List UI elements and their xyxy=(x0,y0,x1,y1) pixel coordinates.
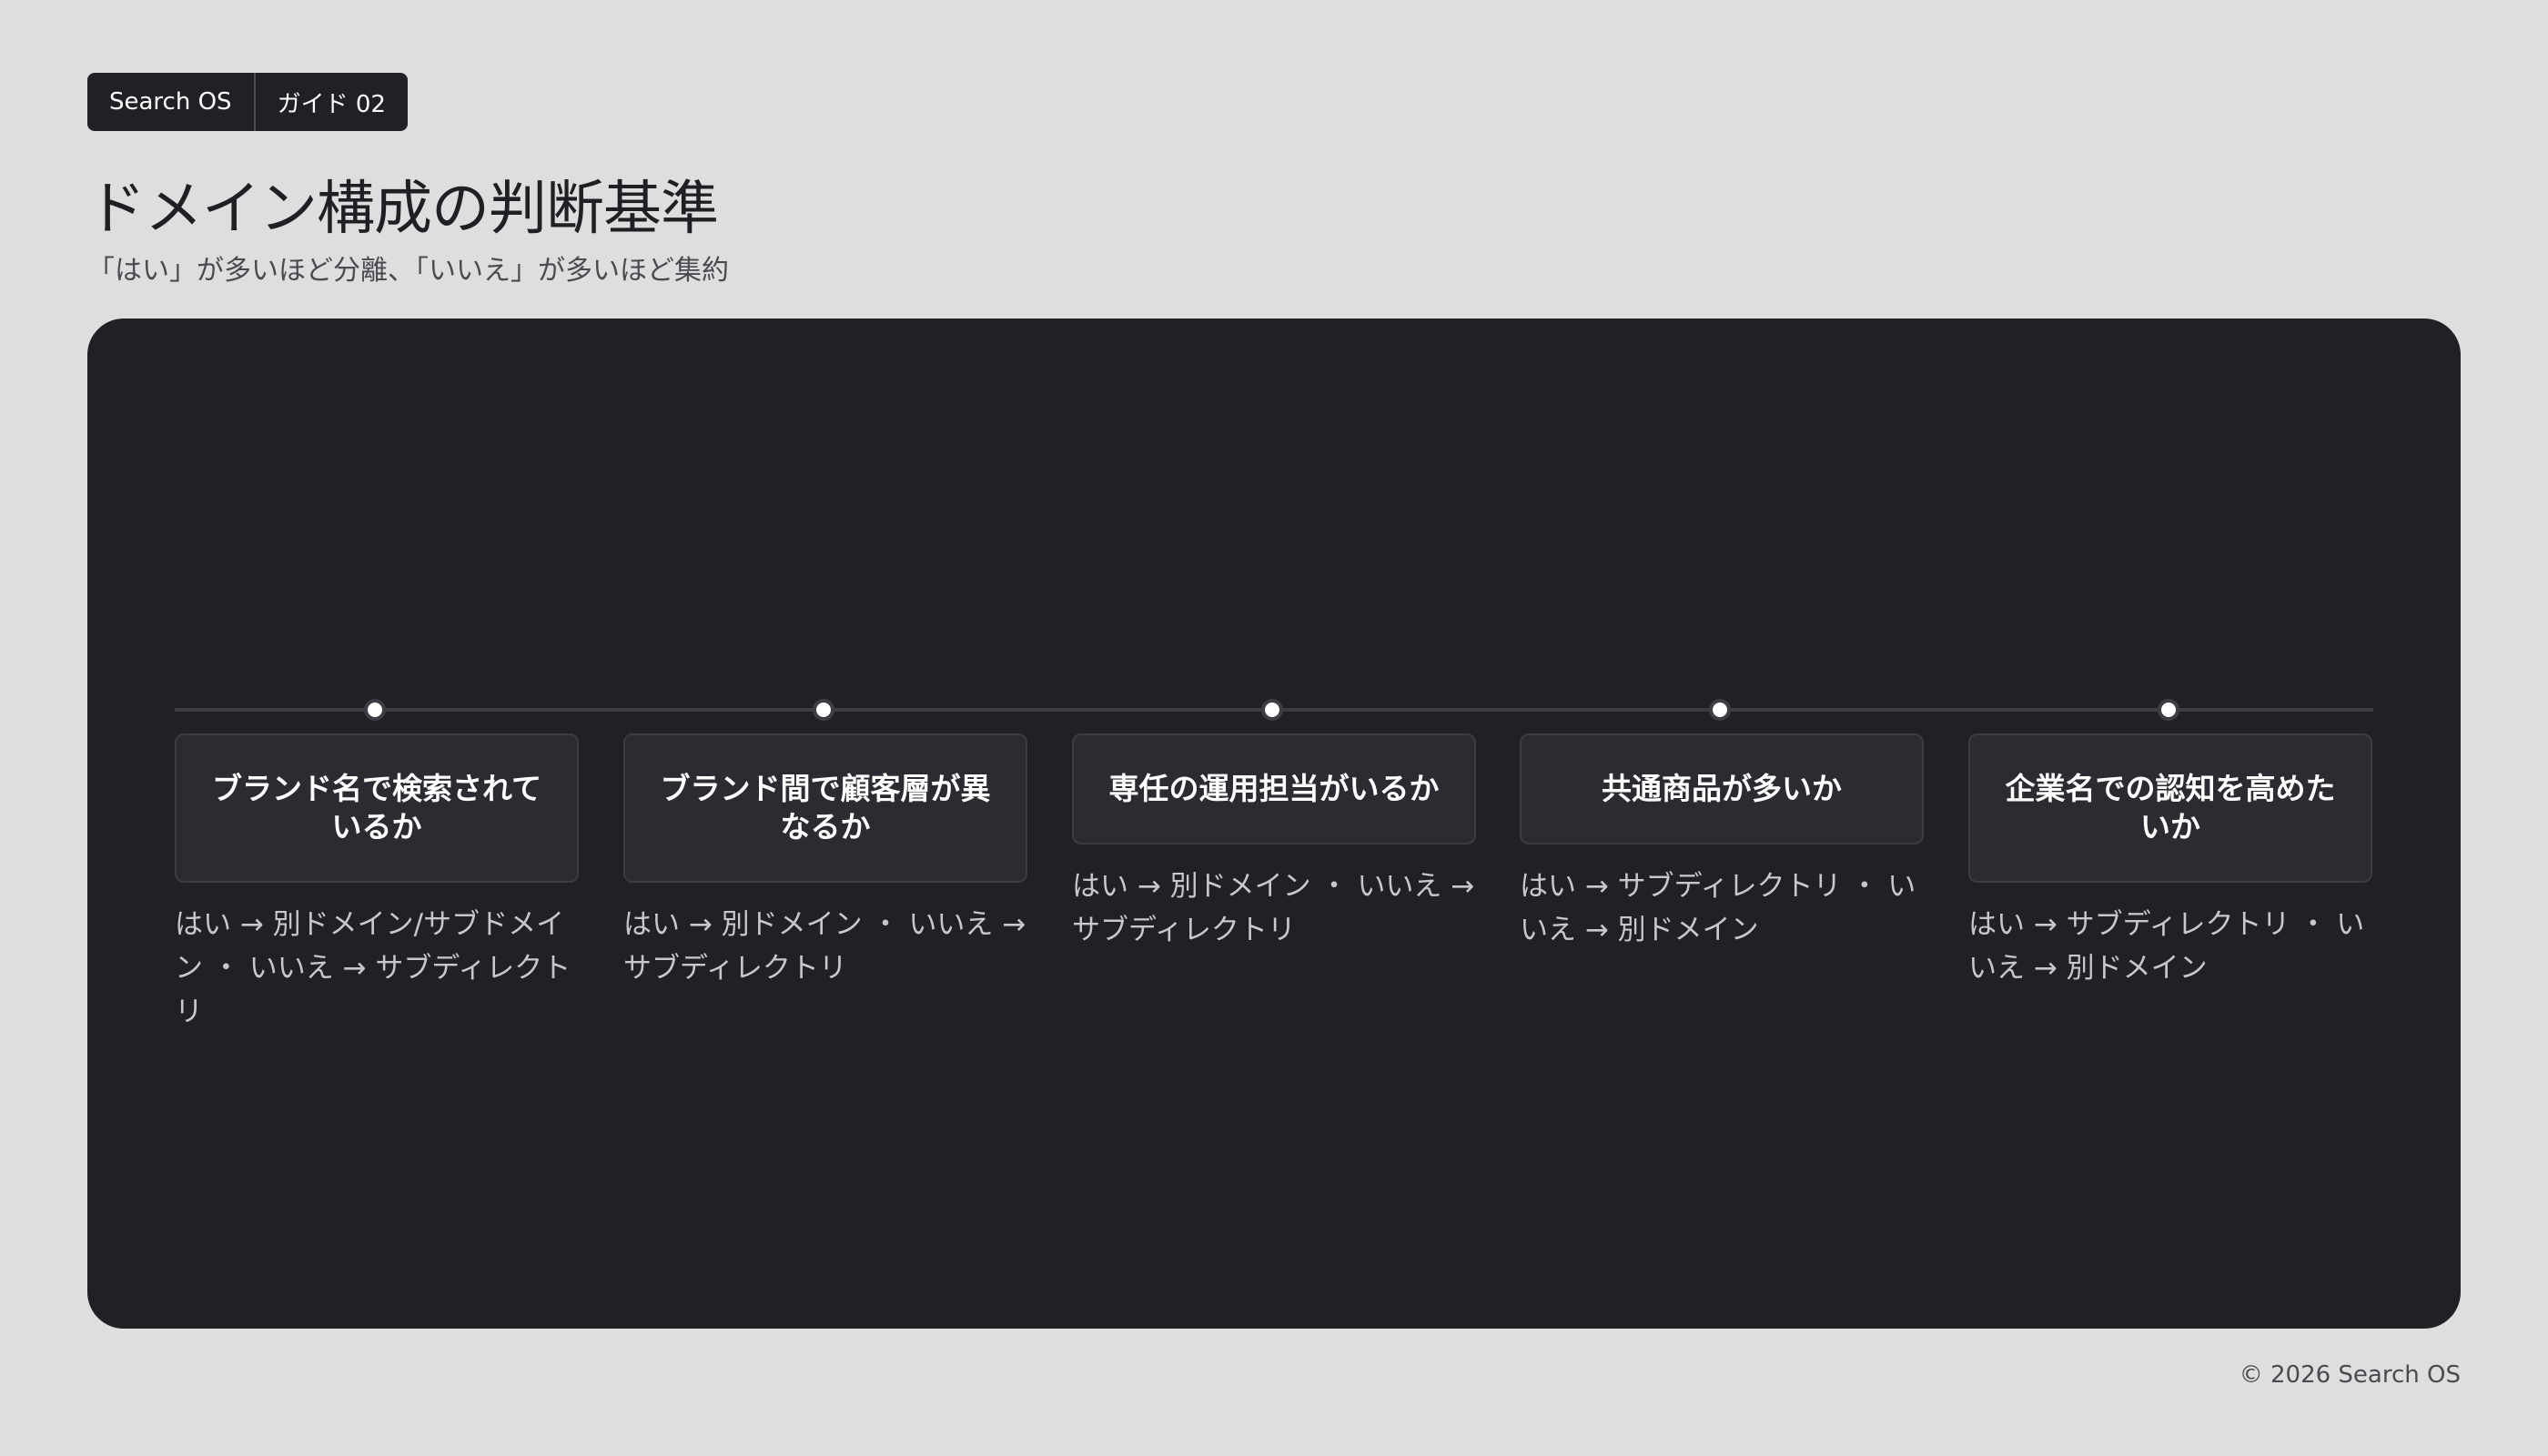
decision-timeline-panel: ブランド名で検索されているか はい → 別ドメイン/サブドメイン ・ いいえ →… xyxy=(87,318,2461,1329)
criterion-step: 専任の運用担当がいるか はい → 別ドメイン ・ いいえ → サブディレクトリ xyxy=(1072,733,1476,952)
timeline-node xyxy=(813,699,834,721)
breadcrumb: Search OS ガイド 02 xyxy=(87,73,408,131)
copyright-footer: © 2026 Search OS xyxy=(2239,1361,2461,1389)
criterion-outcome: はい → 別ドメイン/サブドメイン ・ いいえ → サブディレクトリ xyxy=(175,908,571,1028)
timeline-node xyxy=(1261,699,1283,721)
page-subtitle: 「はい」が多いほど分離、「いいえ」が多いほど集約 xyxy=(87,255,729,287)
timeline-node xyxy=(2158,699,2179,721)
breadcrumb-item-brand[interactable]: Search OS xyxy=(87,73,254,131)
criterion-question: 共通商品が多いか xyxy=(1520,733,1924,844)
breadcrumb-item-guide[interactable]: ガイド 02 xyxy=(253,73,408,131)
criterion-outcome: はい → 別ドメイン ・ いいえ → サブディレクトリ xyxy=(623,908,1026,985)
criterion-step: 共通商品が多いか はい → サブディレクトリ ・ いいえ → 別ドメイン xyxy=(1520,733,1924,952)
criterion-question: ブランド名で検索されているか xyxy=(175,733,579,883)
criterion-step: 企業名での認知を高めたいか はい → サブディレクトリ ・ いいえ → 別ドメイ… xyxy=(1968,733,2372,990)
criterion-question: 企業名での認知を高めたいか xyxy=(1968,733,2372,883)
criterion-outcome: はい → サブディレクトリ ・ いいえ → 別ドメイン xyxy=(1520,870,1916,946)
criterion-outcome: はい → サブディレクトリ ・ いいえ → 別ドメイン xyxy=(1968,908,2365,985)
criterion-question: ブランド間で顧客層が異なるか xyxy=(623,733,1027,883)
criterion-outcome: はい → 別ドメイン ・ いいえ → サブディレクトリ xyxy=(1072,870,1475,946)
slide: Search OS ガイド 02 ドメイン構成の判断基準 「はい」が多いほど分離… xyxy=(0,0,2548,1456)
timeline-node xyxy=(1709,699,1731,721)
page-title: ドメイン構成の判断基準 xyxy=(87,176,719,243)
timeline-node xyxy=(364,699,386,721)
criterion-question: 専任の運用担当がいるか xyxy=(1072,733,1476,844)
criterion-step: ブランド間で顧客層が異なるか はい → 別ドメイン ・ いいえ → サブディレク… xyxy=(623,733,1027,990)
criterion-step: ブランド名で検索されているか はい → 別ドメイン/サブドメイン ・ いいえ →… xyxy=(175,733,579,1034)
